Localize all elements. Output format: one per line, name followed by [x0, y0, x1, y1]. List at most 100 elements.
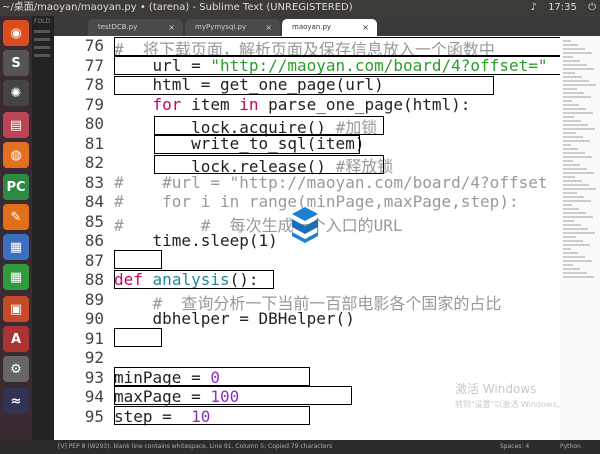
minimap-line [563, 208, 579, 210]
minimap-line [563, 264, 573, 266]
pycharm-icon[interactable]: PC [3, 174, 29, 200]
close-icon[interactable]: × [168, 19, 175, 36]
annotation-box [114, 386, 352, 405]
file-sidebar[interactable]: FOLD [32, 16, 54, 440]
minimap-line [563, 60, 580, 62]
code-token: in [239, 94, 259, 114]
minimap-line [563, 236, 576, 238]
minimap-line [563, 176, 575, 178]
watermark-title: 激活 Windows [455, 382, 537, 396]
writer-icon[interactable]: ▦ [3, 234, 29, 260]
line-number: 95 [84, 406, 104, 426]
status-message: [V] PEP 8 (W293): blank line contains wh… [58, 443, 333, 450]
line-number: 89 [84, 289, 104, 309]
sound-icon[interactable]: ♪ [530, 2, 536, 13]
tab-maoyan[interactable]: maoyan.py × [282, 19, 377, 36]
minimap-line [563, 80, 589, 82]
sidebar-item[interactable] [34, 30, 50, 33]
annotation-box [154, 116, 384, 135]
wireshark-icon[interactable]: ≈ [3, 388, 29, 414]
minimap-line [563, 140, 590, 142]
line-number: 81 [84, 133, 104, 153]
tab-bar: testDCB.py × myPymysql.py × maoyan.py × [54, 16, 600, 36]
line-number: 83 [84, 172, 104, 192]
calc-icon[interactable]: ▦ [3, 264, 29, 290]
minimap-line [563, 212, 586, 214]
minimap-line [563, 88, 577, 90]
tab-testdcb[interactable]: testDCB.py × [88, 19, 183, 36]
close-icon[interactable]: × [265, 19, 272, 36]
postman-icon[interactable]: ✎ [3, 204, 29, 230]
minimap-line [563, 268, 580, 270]
annotation-box [154, 135, 360, 154]
ubuntu-dash-icon[interactable]: ◉ [3, 20, 29, 46]
code-line[interactable]: dbhelper = DBHelper() [114, 309, 355, 328]
minimap[interactable] [560, 36, 600, 440]
minimap-line [563, 84, 596, 86]
sidebar-item[interactable] [34, 46, 50, 49]
sidebar-item[interactable] [34, 54, 50, 57]
files-icon[interactable]: ▤ [3, 112, 29, 138]
annotation-box [114, 37, 560, 56]
minimap-line [563, 100, 572, 102]
minimap-line [563, 204, 572, 206]
activate-windows-watermark: 激活 Windows 转到"设置"以激活 Windows。 [455, 380, 565, 410]
window-titlebar: ~/桌面/maoyan/maoyan.py • (tarena) - Subli… [0, 0, 600, 16]
minimap-line [563, 124, 588, 126]
sublime-text-icon[interactable]: S [3, 50, 29, 76]
indentation-setting[interactable]: Spaces: 4 [500, 440, 529, 454]
minimap-line [563, 216, 593, 218]
status-bar: [V] PEP 8 (W293): blank line contains wh… [0, 440, 600, 454]
minimap-line [563, 144, 571, 146]
system-tray: ♪ 17:35 ⏻ [522, 0, 596, 16]
minimap-line [563, 180, 582, 182]
close-icon[interactable]: × [362, 19, 369, 36]
annotation-box [114, 328, 162, 347]
minimap-line [563, 232, 595, 234]
code-token: parse_one_page(html): [258, 94, 471, 114]
line-number: 90 [84, 309, 104, 328]
spider-web-icon[interactable]: ✺ [3, 80, 29, 106]
clock[interactable]: 17:35 [548, 2, 577, 13]
minimap-line [563, 96, 591, 98]
power-icon[interactable]: ⏻ [588, 2, 596, 13]
minimap-line [563, 152, 585, 154]
window-title: ~/桌面/maoyan/maoyan.py • (tarena) - Subli… [2, 2, 353, 13]
code-line[interactable]: # #url = "http://maoyan.com/board/4?offs… [114, 173, 547, 192]
sidebar-item[interactable] [34, 38, 50, 41]
minimap-line [563, 72, 575, 74]
tab-label: testDCB.py [98, 23, 138, 31]
minimap-line [563, 244, 590, 246]
minimap-line [563, 188, 596, 190]
minimap-line [563, 112, 593, 114]
minimap-line [563, 256, 585, 258]
code-line[interactable]: time.sleep(1) [114, 231, 278, 250]
line-number: 91 [84, 328, 104, 348]
minimap-line [563, 184, 589, 186]
tab-mypymysql[interactable]: myPymysql.py × [185, 19, 280, 36]
minimap-line [563, 164, 580, 166]
impress-icon[interactable]: ▣ [3, 296, 29, 322]
software-center-icon[interactable]: A [3, 326, 29, 352]
line-number: 87 [84, 250, 104, 270]
minimap-line [563, 224, 581, 226]
code-token: item [181, 94, 240, 114]
minimap-line [563, 272, 587, 274]
annotation-box [114, 250, 162, 269]
settings-gear-icon[interactable]: ⚙ [3, 356, 29, 382]
minimap-line [563, 248, 571, 250]
tab-label: maoyan.py [292, 23, 332, 31]
line-number: 80 [84, 114, 104, 133]
line-number: 84 [84, 192, 104, 211]
syntax-mode[interactable]: Python [560, 440, 581, 454]
folders-label: FOLD [34, 18, 51, 25]
code-token: dbhelper = DBHelper() [114, 309, 355, 328]
line-number: 82 [84, 153, 104, 172]
minimap-line [563, 68, 594, 70]
minimap-line [563, 168, 587, 170]
firefox-icon[interactable]: ◍ [3, 142, 29, 168]
minimap-line [563, 220, 574, 222]
annotation-box [154, 155, 384, 174]
minimap-line [563, 52, 592, 54]
code-line[interactable]: for item in parse_one_page(html): [114, 94, 471, 114]
